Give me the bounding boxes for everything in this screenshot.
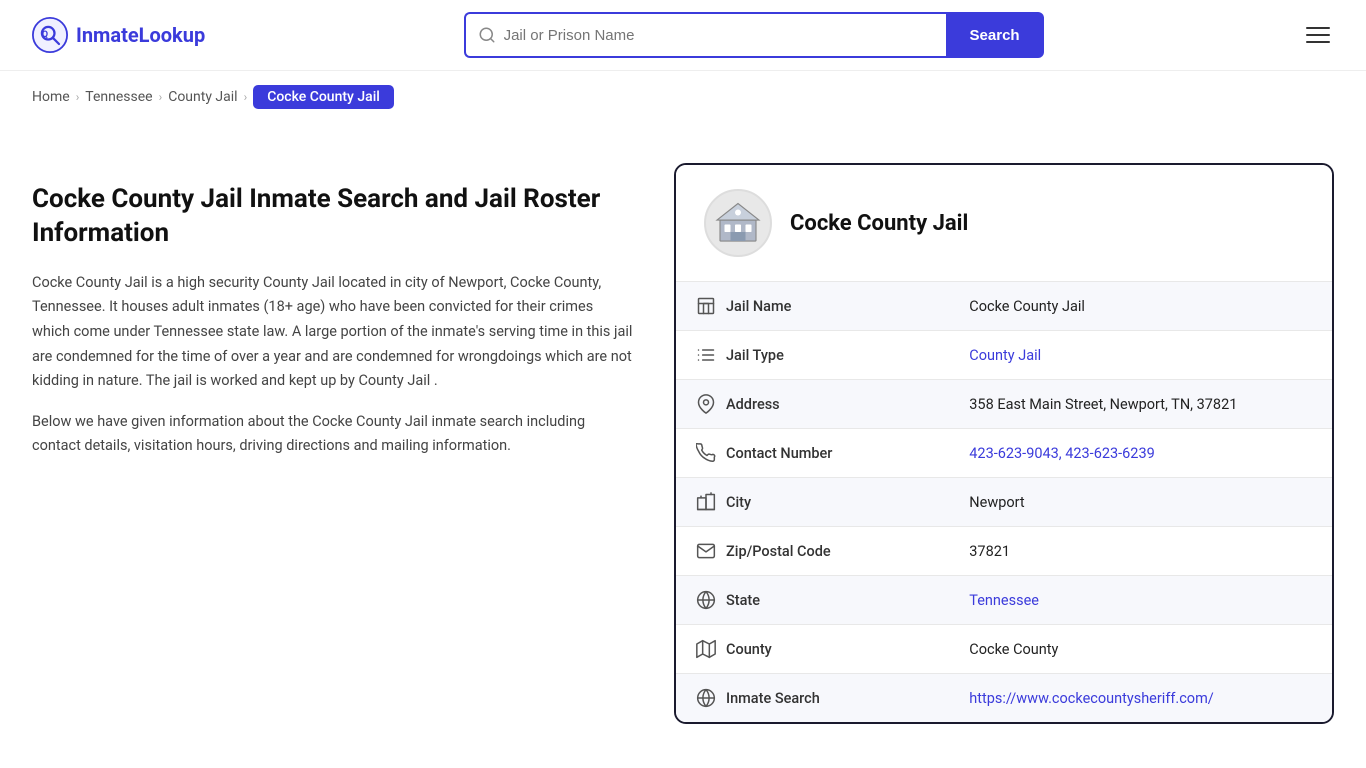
breadcrumb-home[interactable]: Home xyxy=(32,89,70,105)
table-row: City Newport xyxy=(676,478,1332,527)
table-link[interactable]: 423-623-9043, 423-623-6239 xyxy=(969,445,1154,462)
table-link[interactable]: County Jail xyxy=(969,347,1041,364)
jail-avatar xyxy=(704,189,772,257)
table-value-cell: Cocke County xyxy=(949,625,1332,674)
breadcrumb-sep-1: › xyxy=(76,90,80,104)
header: Q InmateLookup Search xyxy=(0,0,1366,71)
label-text: County xyxy=(726,641,772,658)
table-value-cell: Newport xyxy=(949,478,1332,527)
table-row: County Cocke County xyxy=(676,625,1332,674)
table-value-cell[interactable]: Tennessee xyxy=(949,576,1332,625)
search-button[interactable]: Search xyxy=(946,12,1044,58)
table-label-cell: Contact Number xyxy=(676,429,896,477)
breadcrumb-county-jail[interactable]: County Jail xyxy=(168,89,237,105)
table-row: State Tennessee xyxy=(676,576,1332,625)
table-row: Contact Number 423-623-9043, 423-623-6239 xyxy=(676,429,1332,478)
table-value-cell[interactable]: County Jail xyxy=(949,331,1332,380)
globe-icon xyxy=(696,590,716,610)
svg-text:Q: Q xyxy=(42,30,48,40)
breadcrumb-sep-3: › xyxy=(244,90,248,104)
building-icon xyxy=(696,296,716,316)
label-text: Zip/Postal Code xyxy=(726,543,831,560)
table-value-cell[interactable]: 423-623-9043, 423-623-6239 xyxy=(949,429,1332,478)
table-row: Jail Type County Jail xyxy=(676,331,1332,380)
map-icon xyxy=(696,639,716,659)
table-row: Jail Name Cocke County Jail xyxy=(676,282,1332,331)
breadcrumb-current: Cocke County Jail xyxy=(253,85,394,109)
table-label-cell: Inmate Search xyxy=(676,674,896,722)
table-label-cell: Jail Type xyxy=(676,331,896,379)
globe2-icon xyxy=(696,688,716,708)
table-value-cell: 37821 xyxy=(949,527,1332,576)
courthouse-icon xyxy=(714,199,762,247)
left-panel: Cocke County Jail Inmate Search and Jail… xyxy=(32,163,634,724)
label-text: State xyxy=(726,592,760,609)
table-value-cell: Cocke County Jail xyxy=(949,282,1332,331)
breadcrumb-tennessee[interactable]: Tennessee xyxy=(85,89,152,105)
jail-info-card: Cocke County Jail Jail Name Cocke County … xyxy=(674,163,1334,724)
description-paragraph-2: Below we have given information about th… xyxy=(32,410,634,459)
location-icon xyxy=(696,394,716,414)
table-value-cell[interactable]: https://www.cockecountysheriff.com/ xyxy=(949,674,1332,723)
search-icon xyxy=(478,26,496,44)
logo-link[interactable]: Q InmateLookup xyxy=(32,17,205,53)
table-label-cell: State xyxy=(676,576,896,624)
breadcrumb-sep-2: › xyxy=(159,90,163,104)
list-icon xyxy=(696,345,716,365)
table-row: Inmate Search https://www.cockecountysher… xyxy=(676,674,1332,723)
hamburger-menu[interactable] xyxy=(1302,23,1334,47)
table-row: Zip/Postal Code 37821 xyxy=(676,527,1332,576)
phone-icon xyxy=(696,443,716,463)
table-label-cell: Address xyxy=(676,380,896,428)
hamburger-line-2 xyxy=(1306,34,1330,36)
card-header: Cocke County Jail xyxy=(676,165,1332,281)
page-title: Cocke County Jail Inmate Search and Jail… xyxy=(32,183,634,251)
breadcrumb: Home › Tennessee › County Jail › Cocke C… xyxy=(0,71,1366,123)
mail-icon xyxy=(696,541,716,561)
table-label-cell: City xyxy=(676,478,896,526)
label-text: Jail Name xyxy=(726,298,791,315)
table-label-cell: County xyxy=(676,625,896,673)
main-content: Cocke County Jail Inmate Search and Jail… xyxy=(0,123,1366,764)
table-label-cell: Zip/Postal Code xyxy=(676,527,896,575)
table-row: Address 358 East Main Street, Newport, TN… xyxy=(676,380,1332,429)
table-link[interactable]: Tennessee xyxy=(969,592,1039,609)
info-table: Jail Name Cocke County Jail Jail Type Count… xyxy=(676,281,1332,722)
logo-icon: Q xyxy=(32,17,68,53)
logo-text: InmateLookup xyxy=(76,23,205,47)
label-text: Address xyxy=(726,396,780,413)
label-text: Inmate Search xyxy=(726,690,820,707)
hamburger-line-3 xyxy=(1306,41,1330,43)
label-text: Contact Number xyxy=(726,445,832,462)
table-link[interactable]: https://www.cockecountysheriff.com/ xyxy=(969,690,1214,707)
hamburger-line-1 xyxy=(1306,27,1330,29)
search-bar: Search xyxy=(464,12,1044,58)
search-input-wrap xyxy=(464,12,946,58)
city-icon xyxy=(696,492,716,512)
description-paragraph-1: Cocke County Jail is a high security Cou… xyxy=(32,271,634,394)
table-value-cell: 358 East Main Street, Newport, TN, 37821 xyxy=(949,380,1332,429)
label-text: Jail Type xyxy=(726,347,784,364)
table-label-cell: Jail Name xyxy=(676,282,896,330)
label-text: City xyxy=(726,494,751,511)
search-input[interactable] xyxy=(504,27,934,44)
card-title: Cocke County Jail xyxy=(790,211,968,236)
